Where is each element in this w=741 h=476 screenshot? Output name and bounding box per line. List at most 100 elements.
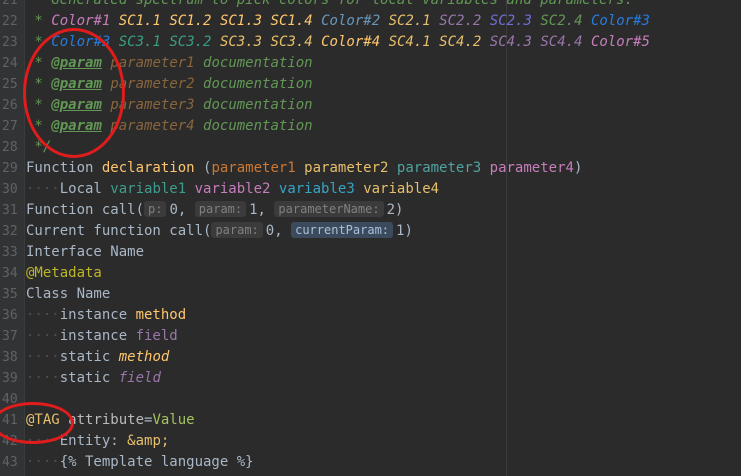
code-token: SC3.2 [169, 34, 212, 50]
code-token: parameter4 [110, 118, 195, 134]
code-line[interactable]: 27 * @param parameter4 documentation [0, 116, 741, 137]
code-token: @param [51, 97, 102, 113]
line-number: 24 [2, 56, 18, 71]
code-text: ····instance field [26, 326, 178, 347]
line-number: 22 [2, 14, 18, 29]
code-token: Function [26, 160, 102, 176]
code-line[interactable]: 40 [0, 389, 741, 410]
code-token: field [135, 328, 178, 344]
code-line[interactable]: 34 @Metadata [0, 263, 741, 284]
code-token: * [26, 55, 52, 71]
code-token: attribute [68, 412, 145, 428]
code-token: @param [51, 55, 102, 71]
code-token: variable3 [278, 181, 355, 197]
code-line[interactable]: 43 ····{% Template language %} [0, 452, 741, 473]
code-token: parameter4 [489, 160, 574, 176]
code-token: parameter1 [110, 55, 195, 71]
code-token: Entity: [59, 433, 128, 449]
code-line[interactable]: 24 * @param parameter1 documentation [0, 53, 741, 74]
code-token: instance [59, 307, 136, 323]
code-line[interactable]: 36 ····instance method [0, 305, 741, 326]
code-line[interactable]: 38 ····static method [0, 347, 741, 368]
code-token: SC3.1 [118, 34, 161, 50]
code-line[interactable]: 33 Interface Name [0, 242, 741, 263]
code-token: documentation [194, 97, 313, 113]
code-text: Class Name [26, 284, 110, 305]
code-line[interactable]: 29 Function declaration (parameter1 param… [0, 158, 741, 179]
code-token: Color#2 [321, 13, 381, 29]
code-token: {% Template language %} [59, 454, 254, 470]
code-text: * @param parameter3 documentation [26, 95, 313, 116]
code-token: ···· [26, 349, 60, 365]
code-token: SC2.4 [540, 13, 583, 29]
code-token: * [26, 34, 52, 50]
code-text: */ [26, 137, 51, 158]
parameter-hint: p: [144, 201, 167, 217]
code-token: * Generated spectrum to pick colors for … [26, 0, 633, 8]
code-line[interactable]: 28 */ [0, 137, 741, 158]
code-text: ····Local variable1 variable2 variable3 … [26, 179, 439, 200]
code-line[interactable]: 21 * Generated spectrum to pick colors f… [0, 0, 741, 11]
code-token: * [26, 97, 52, 113]
code-line[interactable]: 35 Class Name [0, 284, 741, 305]
code-line[interactable]: 31 Function call(p: 0, param: 1, parameterN… [0, 200, 741, 221]
line-number: 32 [2, 224, 18, 239]
code-token: ···· [26, 433, 60, 449]
code-line[interactable]: 22 * Color#1 SC1.1 SC1.2 SC1.3 SC1.4 Col… [0, 11, 741, 32]
line-number: 43 [2, 455, 18, 470]
code-token: static [59, 370, 119, 386]
code-line[interactable]: 39 ····static field [0, 368, 741, 389]
code-text: Interface Name [26, 242, 144, 263]
parameter-hint: currentParam: [291, 222, 394, 238]
code-line[interactable]: 26 * @param parameter3 documentation [0, 95, 741, 116]
code-text: ····instance method [26, 305, 186, 326]
code-token: ···· [26, 307, 60, 323]
code-token: * [26, 76, 52, 92]
code-token: ···· [26, 370, 60, 386]
code-token: Value [152, 412, 195, 428]
code-lines: 21 * Generated spectrum to pick colors f… [0, 0, 741, 473]
code-token: instance [59, 328, 136, 344]
code-token: variable2 [194, 181, 271, 197]
code-token: */ [26, 139, 52, 155]
line-number: 34 [2, 266, 18, 281]
code-token: 0, [265, 223, 292, 239]
code-line[interactable]: 30 ····Local variable1 variable2 variable… [0, 179, 741, 200]
code-token: Color#5 [590, 34, 650, 50]
code-token: SC1.4 [270, 13, 313, 29]
line-number: 35 [2, 287, 18, 302]
code-text: Current function call(param: 0, currentPa… [26, 221, 413, 242]
line-number: 36 [2, 308, 18, 323]
line-number: 25 [2, 77, 18, 92]
code-line[interactable]: 25 * @param parameter2 documentation [0, 74, 741, 95]
code-token: Color#1 [51, 13, 111, 29]
code-line[interactable]: 23 * Color#3 SC3.1 SC3.2 SC3.3 SC3.4 Col… [0, 32, 741, 53]
code-token: method [135, 307, 187, 323]
code-line[interactable]: 32 Current function call(param: 0, current… [0, 221, 741, 242]
code-text: ····static method [26, 347, 169, 368]
code-token: parameter2 [304, 160, 389, 176]
code-text: @TAG attribute=Value [26, 410, 195, 431]
line-number: 39 [2, 371, 18, 386]
code-text: ····static field [26, 368, 161, 389]
code-line[interactable]: 42 ····Entity: &amp; [0, 431, 741, 452]
code-token: SC3.3 [219, 34, 263, 50]
parameter-hint: param: [194, 201, 247, 217]
code-token: parameter2 [110, 76, 195, 92]
code-line[interactable]: 37 ····instance field [0, 326, 741, 347]
code-text: * Color#1 SC1.1 SC1.2 SC1.3 SC1.4 Color#… [26, 11, 650, 32]
code-token: Color#3 [51, 34, 111, 50]
code-token: Function call( [26, 202, 145, 218]
code-line[interactable]: 41 @TAG attribute=Value [0, 410, 741, 431]
line-number: 40 [2, 392, 18, 407]
code-editor[interactable]: 21 * Generated spectrum to pick colors f… [0, 0, 741, 476]
